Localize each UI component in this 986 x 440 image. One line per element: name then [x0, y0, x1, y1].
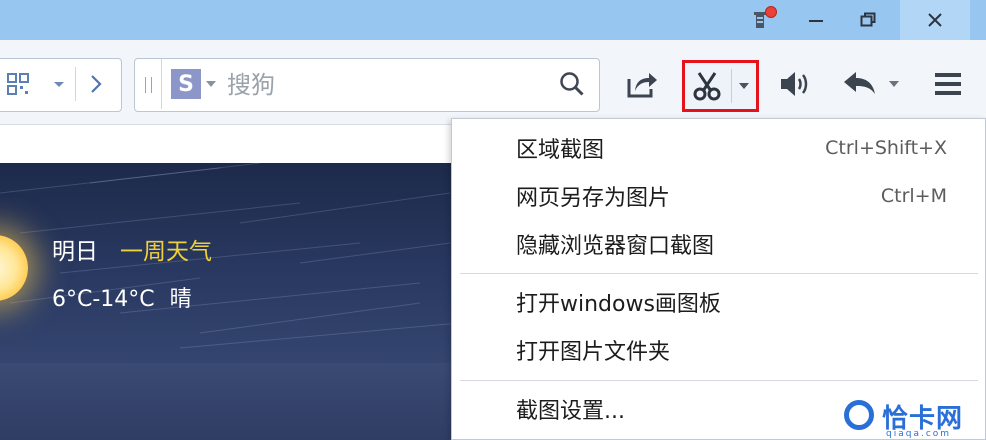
main-menu-button[interactable] [926, 58, 970, 110]
menu-icon [935, 73, 961, 95]
menu-item-label: 打开图片文件夹 [516, 340, 671, 365]
screenshot-dropdown-menu: 区域截图 Ctrl+Shift+X 网页另存为图片 Ctrl+M 隐藏浏览器窗口… [451, 118, 986, 440]
drag-handle[interactable] [145, 77, 152, 93]
title-bar [0, 0, 986, 40]
weekly-weather-link[interactable]: 一周天气 [120, 232, 212, 266]
restore-icon [860, 12, 876, 27]
qr-code-icon[interactable] [7, 73, 29, 95]
speaker-icon [781, 72, 808, 96]
volume-button[interactable] [774, 58, 818, 110]
engine-dropdown-caret-icon[interactable] [206, 81, 216, 87]
menu-item-open-paint[interactable]: 打开windows画图板 [452, 280, 985, 324]
undo-dropdown-button[interactable] [884, 58, 904, 110]
menu-separator [460, 380, 978, 381]
browser-toolbar: S [0, 40, 986, 125]
share-button[interactable] [620, 58, 664, 110]
undo-icon [844, 72, 875, 94]
screenshot-tool-group [682, 60, 759, 112]
menu-item-hide-window-screenshot[interactable]: 隐藏浏览器窗口截图 [452, 222, 985, 266]
menu-item-shortcut: Ctrl+M [880, 185, 947, 207]
menu-separator [460, 273, 978, 274]
undo-button[interactable] [838, 58, 882, 110]
chevron-right-icon[interactable] [89, 73, 103, 95]
menu-item-label: 截图设置... [516, 399, 625, 424]
weather-day-label: 明日 [52, 239, 98, 265]
menu-item-shortcut: Ctrl+Shift+X [825, 137, 947, 159]
scissors-icon [693, 72, 721, 101]
search-engine-logo-icon[interactable]: S [171, 69, 201, 99]
close-icon [928, 13, 942, 27]
menu-item-save-page-as-image[interactable]: 网页另存为图片 Ctrl+M [452, 174, 985, 218]
watermark-domain: qiaqa.com [886, 429, 952, 439]
minimize-icon [809, 20, 823, 22]
caret-down-icon [889, 81, 899, 87]
caret-down-icon [739, 83, 749, 89]
minimize-button[interactable] [790, 0, 842, 40]
temperature-range: 6°C-14°C [52, 287, 155, 312]
restore-button[interactable] [842, 0, 894, 40]
logo-mark-icon [844, 400, 874, 430]
weather-temperature: 6°C-14°C 晴 [52, 281, 192, 313]
chevron-down-icon[interactable] [53, 81, 65, 89]
search-icon[interactable] [559, 71, 585, 97]
screenshot-button[interactable] [685, 63, 729, 109]
search-box: S [134, 58, 600, 112]
close-button[interactable] [900, 0, 970, 40]
screenshot-dropdown-button[interactable] [732, 63, 756, 109]
menu-item-label: 打开windows画图板 [516, 292, 721, 317]
divider [75, 67, 76, 101]
menu-item-label: 网页另存为图片 [516, 186, 671, 211]
search-input[interactable] [225, 65, 549, 105]
divider [161, 59, 162, 109]
menu-item-region-screenshot[interactable]: 区域截图 Ctrl+Shift+X [452, 126, 985, 170]
menu-item-open-image-folder[interactable]: 打开图片文件夹 [452, 328, 985, 372]
notification-badge [765, 6, 777, 18]
menu-item-label: 隐藏浏览器窗口截图 [516, 234, 715, 259]
watermark-logo: 恰卡网 qiaqa.com [842, 398, 982, 440]
share-icon [627, 73, 657, 98]
weather-condition: 晴 [169, 287, 192, 312]
address-bar[interactable] [0, 58, 122, 112]
notification-bell-icon[interactable] [748, 4, 778, 32]
menu-item-label: 区域截图 [516, 138, 605, 163]
